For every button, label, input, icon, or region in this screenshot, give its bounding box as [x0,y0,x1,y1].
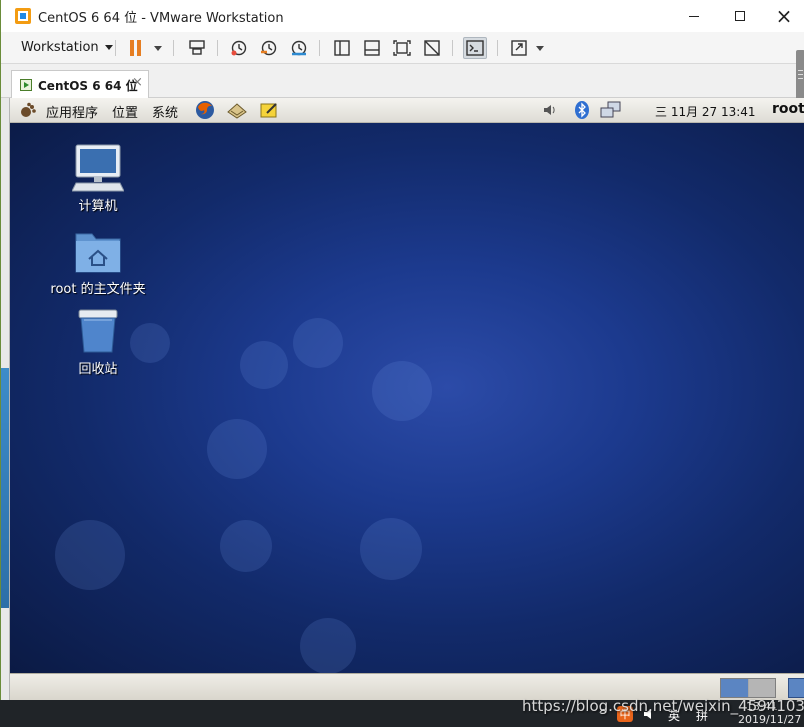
terminal-icon[interactable] [463,37,487,59]
background-bokeh [300,618,356,673]
close-icon: × [775,4,793,28]
tab-label: CentOS 6 64 位 [38,79,138,93]
desktop-icon-label: 计算机 [78,199,118,214]
vmware-logo-icon [15,8,31,24]
workstation-menu-button[interactable]: Workstation [13,37,121,59]
show-desktop-button[interactable] [788,678,804,698]
notes-icon[interactable] [259,100,279,120]
background-bokeh [293,318,343,368]
desktop-icon-trash[interactable]: 回收站 [48,306,148,377]
tab-strip: CentOS 6 64 位 × [1,64,804,98]
revert-snapshot-icon[interactable] [259,39,279,57]
background-bokeh [372,361,432,421]
desktop-icon-label: root 的主文件夹 [50,282,146,297]
workstation-label: Workstation [21,40,99,55]
toolbar-divider [452,40,453,56]
snapshot-icon[interactable] [229,39,249,57]
trash-icon [72,306,124,356]
workspace-2[interactable] [749,679,775,697]
workspace-1[interactable] [721,679,748,697]
fullscreen-icon[interactable] [509,39,529,57]
background-bokeh [220,520,272,572]
background-bokeh [207,419,267,479]
toolbar-divider [173,40,174,56]
bluetooth-icon[interactable] [572,100,592,120]
mail-icon[interactable] [226,100,247,120]
guest-clock[interactable]: 三 11月 27 13:41 [655,103,756,120]
toolbar-divider [497,40,498,56]
pause-icon[interactable] [129,40,143,56]
fullscreen-dropdown-icon[interactable] [536,46,544,51]
guest-bottom-panel [10,673,804,700]
fit-window-icon[interactable] [392,39,412,57]
menu-applications[interactable]: 应用程序 [46,102,98,121]
power-dropdown-icon[interactable] [154,46,162,51]
tab-close-icon[interactable]: × [132,75,143,90]
chevron-down-icon [104,45,113,50]
home-folder-icon [72,226,124,276]
maximize-button[interactable] [717,0,763,32]
console-view-icon[interactable] [362,39,382,57]
user-menu[interactable]: root [772,101,804,117]
host-desktop-peek [1,368,9,608]
maximize-icon [735,11,745,21]
network-icon[interactable] [599,100,623,120]
toolbar: Workstation [1,32,804,64]
send-ctrl-alt-del-icon[interactable] [187,39,207,57]
minimize-button[interactable] [671,0,717,32]
background-bokeh [55,520,125,590]
sidebar-view-icon[interactable] [332,39,352,57]
toolbar-divider [319,40,320,56]
snapshot-manager-icon[interactable] [289,39,309,57]
background-bokeh [360,518,422,580]
menu-system[interactable]: 系统 [152,102,178,121]
guest-desktop: 计算机 root 的主文件夹 回收站 [10,123,804,673]
toolbar-divider [115,40,116,56]
firefox-icon[interactable] [195,100,215,120]
toolbar-divider [217,40,218,56]
guest-top-panel: 应用程序 位置 系统 三 11月 27 13:41 root [10,98,804,123]
minimize-icon [689,15,699,17]
tab-centos[interactable]: CentOS 6 64 位 × [11,70,149,98]
unity-icon[interactable] [422,39,442,57]
background-bokeh [240,341,288,389]
title-bar: CentOS 6 64 位 - VMware Workstation × [1,0,804,32]
watermark: https://blog.csdn.net/weixin_45941033 [522,697,804,715]
desktop-icon-label: 回收站 [78,362,118,377]
window-title: CentOS 6 64 位 - VMware Workstation [38,11,284,26]
menu-places[interactable]: 位置 [112,102,138,121]
gnome-foot-icon[interactable] [18,101,38,121]
vm-running-icon [20,79,32,91]
vmware-window: CentOS 6 64 位 - VMware Workstation × Wor… [0,0,804,700]
workspace-switcher[interactable] [720,678,776,698]
volume-icon[interactable] [540,100,560,120]
close-button[interactable]: × [761,0,804,32]
desktop-icon-home[interactable]: root 的主文件夹 [48,226,148,297]
left-edge-strip [1,98,10,700]
desktop-icon-computer[interactable]: 计算机 [48,143,148,214]
computer-icon [71,143,125,193]
